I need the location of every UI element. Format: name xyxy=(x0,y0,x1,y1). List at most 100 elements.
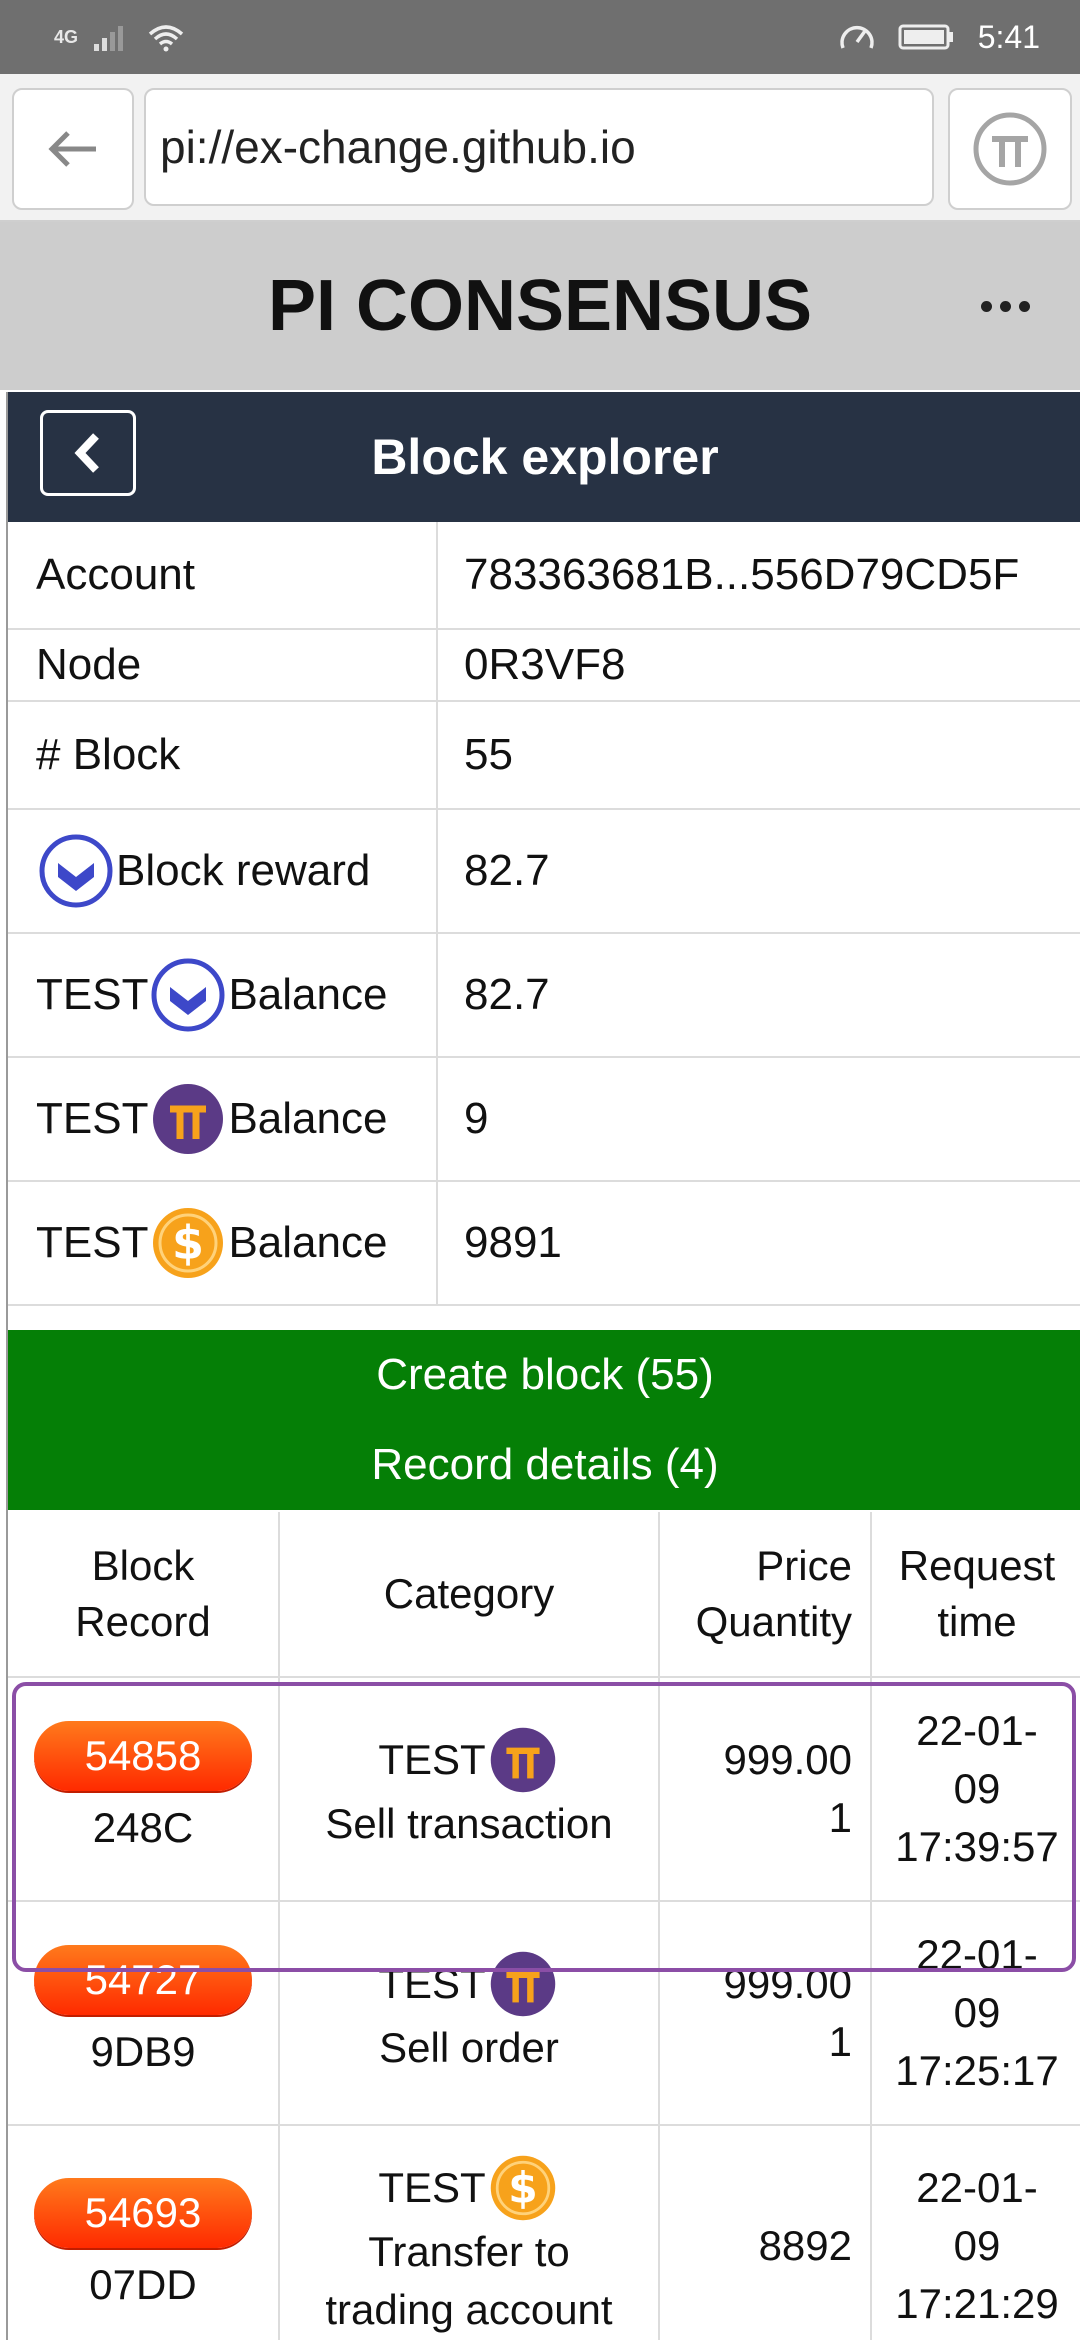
block-number-button[interactable]: 54727 xyxy=(34,1945,252,2015)
header-request-time: Request time xyxy=(872,1512,1080,1676)
time-part: 09 xyxy=(953,2222,1001,2269)
test-prefix: TEST xyxy=(36,1218,149,1267)
time-part: 09 xyxy=(953,1989,1001,2036)
block-record-cell: 54693 07DD xyxy=(8,2126,280,2340)
status-left: 4G xyxy=(54,22,186,52)
page-back-button[interactable] xyxy=(40,410,136,496)
pi-coin-icon xyxy=(488,1949,558,2019)
time-part: 22-01- xyxy=(916,1931,1038,1978)
table-row[interactable]: 54858 248C TEST Sell transaction 999.00 … xyxy=(8,1678,1080,1902)
header-text: Request xyxy=(898,1542,1056,1589)
record-id: 07DD xyxy=(89,2261,197,2308)
time-part: 09 xyxy=(953,1765,1001,1812)
category-token: TEST xyxy=(378,1949,559,2019)
dollar-coin-icon: $ xyxy=(150,1205,226,1281)
clock: 5:41 xyxy=(977,18,1040,55)
info-row-blue-balance: TEST Balance 82.7 xyxy=(8,934,1080,1058)
category-text: Sell order xyxy=(379,2024,559,2071)
block-reward-label: Block reward xyxy=(116,846,371,895)
category-text-2: trading account xyxy=(325,2286,613,2333)
svg-text:$: $ xyxy=(172,1216,204,1270)
category-text: Sell transaction xyxy=(325,1800,613,1847)
chevron-left-icon xyxy=(74,433,99,473)
dollar-coin-icon: $ xyxy=(488,2153,558,2223)
pi-balance-key: TEST Balance xyxy=(8,1058,438,1180)
browser-back-button[interactable] xyxy=(12,88,134,210)
header-text: Quantity xyxy=(695,1598,852,1645)
url-text: pi://ex-change.github.io xyxy=(160,121,636,173)
blue-balance-value: 82.7 xyxy=(464,970,550,1019)
records-header: Block Record Category Price Quantity Req… xyxy=(8,1512,1080,1678)
more-dot-icon xyxy=(980,300,992,312)
header-text: Category xyxy=(383,1570,555,1617)
account-info-table: Account 783363681B...556D79CD5F Node 0R3… xyxy=(8,522,1080,1306)
quantity: 1 xyxy=(828,1794,852,1841)
block-value: 55 xyxy=(464,730,513,779)
category-cell: TEST $ Transfer to trading account xyxy=(280,2126,660,2340)
arrow-left-icon xyxy=(48,131,96,167)
app-header: PI CONSENSUS xyxy=(0,222,1080,390)
test-prefix: TEST xyxy=(378,1960,486,2007)
record-details-button[interactable]: Record details (4) xyxy=(8,1420,1080,1510)
wifi-icon xyxy=(148,25,184,52)
url-field[interactable]: pi://ex-change.github.io xyxy=(144,88,934,206)
status-right: 5:41 xyxy=(838,19,1040,56)
time-part: 22-01- xyxy=(916,2164,1038,2211)
account-value: 783363681B...556D79CD5F xyxy=(464,550,1020,599)
test-prefix: TEST xyxy=(36,970,149,1019)
test-prefix: TEST xyxy=(36,1094,149,1143)
more-dot-icon xyxy=(1018,300,1030,312)
record-id: 248C xyxy=(92,1804,194,1851)
category-cell: TEST Sell order xyxy=(280,1902,660,2124)
header-text: Block xyxy=(91,1542,195,1589)
header-text: Price xyxy=(756,1542,852,1589)
pi-logo-icon xyxy=(973,112,1047,186)
blue-balance-key: TEST Balance xyxy=(8,934,438,1056)
block-reward-value: 82.7 xyxy=(464,846,550,895)
test-prefix: TEST xyxy=(378,2164,486,2211)
info-row-pi-balance: TEST Balance 9 xyxy=(8,1058,1080,1182)
content-panel: Block explorer Account 783363681B...556D… xyxy=(6,392,1080,2340)
block-number-button[interactable]: 54693 xyxy=(34,2178,252,2248)
node-value: 0R3VF8 xyxy=(464,640,626,689)
info-row-block-reward: Block reward 82.7 xyxy=(8,810,1080,934)
app-title: PI CONSENSUS xyxy=(267,266,813,346)
block-record-cell: 54858 248C xyxy=(8,1678,280,1900)
header-price-quantity: Price Quantity xyxy=(660,1512,872,1676)
pi-browser-button[interactable] xyxy=(948,88,1072,210)
balance-label: Balance xyxy=(228,1218,388,1267)
browser-bar: pi://ex-change.github.io xyxy=(0,74,1080,222)
create-block-button[interactable]: Create block (55) xyxy=(8,1330,1080,1420)
network-type: 4G xyxy=(54,26,79,47)
account-label: Account xyxy=(8,522,438,628)
blue-token-icon xyxy=(38,833,114,909)
node-label: Node xyxy=(8,630,438,700)
blue-token-icon xyxy=(150,957,226,1033)
time-part: 17:21:29 xyxy=(895,2280,1059,2327)
category-token: TEST $ xyxy=(378,2153,559,2223)
test-prefix: TEST xyxy=(378,1736,486,1783)
header-text: Record xyxy=(75,1598,211,1645)
block-record-cell: 54727 9DB9 xyxy=(8,1902,280,2124)
time-part: 22-01- xyxy=(916,1707,1038,1754)
table-row[interactable]: 54693 07DD TEST $ Transfer to trading ac… xyxy=(8,2126,1080,2340)
usd-balance-key: TEST $ Balance xyxy=(8,1182,438,1304)
block-number-button[interactable]: 54858 xyxy=(34,1721,252,1791)
speedometer-icon xyxy=(839,25,874,49)
more-menu-button[interactable] xyxy=(970,278,1040,334)
category-token: TEST xyxy=(378,1725,559,1795)
status-bar: 4G 5:41 xyxy=(0,0,1080,74)
pi-balance-value: 9 xyxy=(464,1094,489,1143)
records-table: Block Record Category Price Quantity Req… xyxy=(8,1512,1080,2340)
category-cell: TEST Sell transaction xyxy=(280,1678,660,1900)
request-time-cell: 22-01- 09 17:21:29 xyxy=(872,2126,1080,2340)
battery-icon xyxy=(898,24,953,50)
price: 999.00 xyxy=(723,1736,852,1783)
header-text: time xyxy=(937,1598,1017,1645)
price-quantity-cell: 8892 xyxy=(660,2126,872,2340)
table-row[interactable]: 54727 9DB9 TEST Sell order 999.00 1 22-0… xyxy=(8,1902,1080,2126)
time-part: 17:39:57 xyxy=(895,1823,1059,1870)
pi-coin-icon xyxy=(150,1081,226,1157)
request-time-cell: 22-01- 09 17:25:17 xyxy=(872,1902,1080,2124)
request-time-cell: 22-01- 09 17:39:57 xyxy=(872,1678,1080,1900)
